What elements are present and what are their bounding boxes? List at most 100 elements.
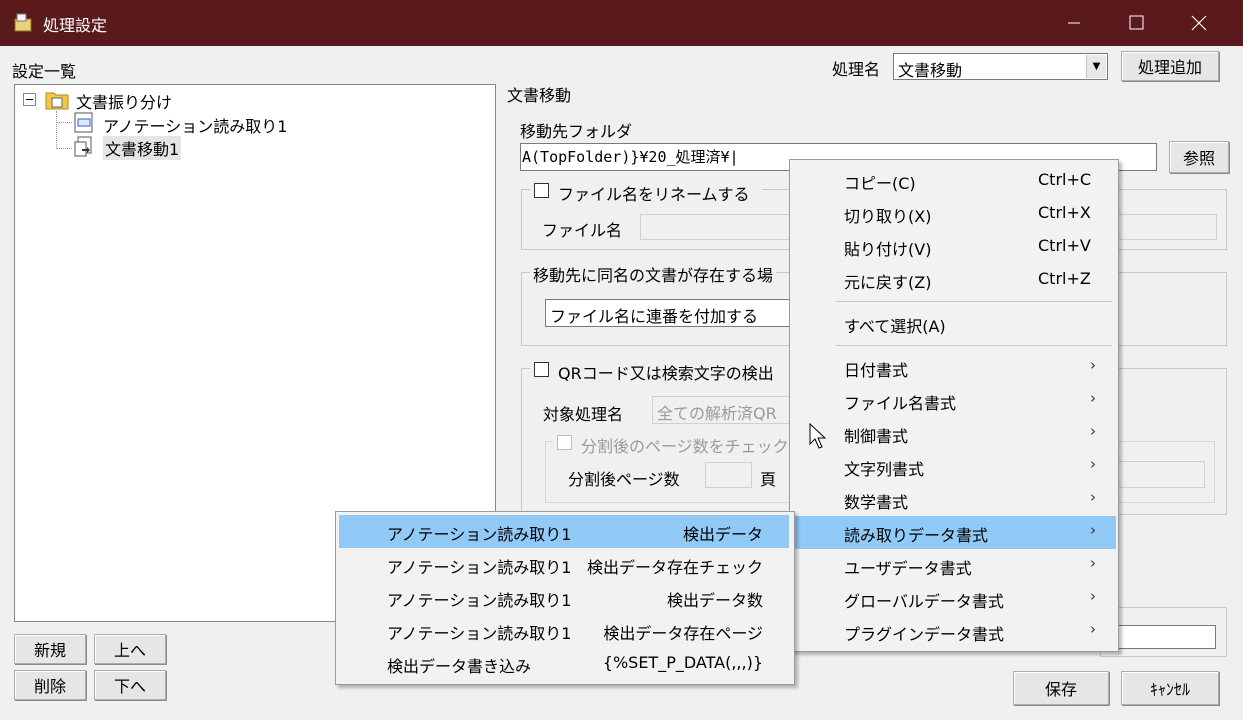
qr-checkbox[interactable]: [534, 362, 549, 377]
submenu-item[interactable]: アノテーション読み取り1 検出データ存在ページ: [339, 614, 789, 647]
menu-item-global-data-format[interactable]: グローバルデータ書式 ›: [792, 582, 1116, 615]
mouse-cursor-icon: [809, 423, 827, 449]
menu-item-label: ユーザデータ書式: [844, 559, 972, 578]
menu-separator: [836, 345, 1112, 346]
menu-item-shortcut: Ctrl+X: [1038, 203, 1091, 222]
submenu-item[interactable]: アノテーション読み取り1 検出データ: [339, 515, 789, 548]
duplicate-action-select[interactable]: ファイル名に連番を付加する: [545, 299, 795, 327]
settings-list-title: 設定一覧: [12, 62, 77, 81]
tree-collapse-icon[interactable]: [23, 93, 36, 106]
submenu-arrow-icon: ›: [1090, 554, 1096, 572]
submenu-item-source: アノテーション読み取り1: [387, 624, 572, 643]
process-name-select[interactable]: 文書移動 ▼: [893, 53, 1108, 80]
split-checkbox: [557, 435, 572, 450]
menu-item-math-format[interactable]: 数学書式 ›: [792, 483, 1116, 516]
process-name-value: 文書移動: [898, 61, 963, 80]
filename-label: ファイル名: [542, 221, 623, 240]
window-title: 処理設定: [43, 16, 108, 35]
browse-button[interactable]: 参照: [1169, 141, 1229, 173]
menu-item-undo[interactable]: 元に戻す(Z) Ctrl+Z: [792, 263, 1116, 296]
document-move-icon: [74, 136, 92, 157]
menu-item-shortcut: Ctrl+V: [1038, 236, 1091, 255]
menu-item-label: 文字列書式: [844, 460, 925, 479]
tree-item-label[interactable]: 文書移動1: [103, 136, 182, 160]
menu-item-paste[interactable]: 貼り付け(V) Ctrl+V: [792, 230, 1116, 263]
duplicate-action-value: ファイル名に連番を付加する: [550, 307, 759, 326]
menu-item-copy[interactable]: コピー(C) Ctrl+C: [792, 164, 1116, 197]
up-button[interactable]: 上へ: [94, 634, 166, 664]
submenu-arrow-icon: ›: [1090, 455, 1096, 473]
menu-item-label: 制御書式: [844, 427, 909, 446]
menu-item-label: プラグインデータ書式: [844, 625, 1005, 644]
submenu-arrow-icon: ›: [1090, 422, 1096, 440]
rename-checkbox-label: ファイル名をリネームする: [558, 185, 750, 204]
split-pages-label: 分割後ページ数: [568, 470, 680, 489]
close-icon[interactable]: [1175, 0, 1221, 46]
submenu-arrow-icon: ›: [1090, 389, 1096, 407]
dropdown-arrow-icon[interactable]: ▼: [1086, 55, 1106, 78]
submenu-item-value: 検出データ数: [666, 591, 763, 610]
menu-item-label: 貼り付け(V): [844, 240, 932, 259]
cancel-button[interactable]: ｷｬﾝｾﾙ: [1121, 671, 1219, 705]
menu-item-user-data-format[interactable]: ユーザデータ書式 ›: [792, 549, 1116, 582]
menu-item-cut[interactable]: 切り取り(X) Ctrl+X: [792, 197, 1116, 230]
submenu-item[interactable]: アノテーション読み取り1 検出データ数: [339, 581, 789, 614]
context-menu: コピー(C) Ctrl+C 切り取り(X) Ctrl+X 貼り付け(V) Ctr…: [789, 159, 1119, 652]
target-process-label: 対象処理名: [543, 405, 624, 424]
section-title: 文書移動: [507, 86, 572, 105]
rename-checkbox[interactable]: [534, 183, 549, 198]
submenu-item[interactable]: 検出データ書き込み {%SET_P_DATA(,,,)}: [339, 647, 789, 680]
submenu-arrow-icon: ›: [1090, 620, 1096, 638]
menu-item-plugin-data-format[interactable]: プラグインデータ書式 ›: [792, 615, 1116, 648]
folder-icon: [45, 92, 69, 110]
submenu-arrow-icon: ›: [1090, 488, 1096, 506]
menu-item-label: 元に戻す(Z): [844, 273, 932, 292]
submenu-arrow-icon: ›: [1090, 587, 1096, 605]
menu-item-read-data-format[interactable]: 読み取りデータ書式 ›: [792, 516, 1116, 549]
tree-item-label[interactable]: 文書振り分け: [76, 89, 172, 113]
new-button[interactable]: 新規: [14, 634, 86, 664]
menu-item-label: ファイル名書式: [844, 394, 957, 413]
annotation-icon: [74, 112, 93, 133]
process-name-label: 処理名: [832, 60, 881, 79]
submenu-item-value: 検出データ存在チェック: [586, 558, 763, 577]
page-unit-label: 頁: [760, 470, 777, 489]
menu-item-select-all[interactable]: すべて選択(A): [792, 307, 1116, 340]
add-process-button[interactable]: 処理追加: [1121, 51, 1219, 81]
split-extra-input: [1110, 461, 1205, 488]
target-process-select: 全ての解析済QR: [652, 396, 795, 424]
submenu-item[interactable]: アノテーション読み取り1 検出データ存在チェック: [339, 548, 789, 581]
menu-item-label: 日付書式: [844, 361, 909, 380]
menu-item-control-format[interactable]: 制御書式 ›: [792, 417, 1116, 450]
submenu-item-source: アノテーション読み取り1: [387, 591, 572, 610]
read-data-submenu: アノテーション読み取り1 検出データ アノテーション読み取り1 検出データ存在チ…: [335, 511, 795, 685]
down-button[interactable]: 下へ: [94, 670, 166, 700]
menu-item-label: 数学書式: [844, 493, 909, 512]
menu-item-label: 切り取り(X): [844, 207, 932, 226]
menu-item-label: 読み取りデータ書式: [844, 526, 989, 545]
target-process-value: 全ての解析済QR: [657, 404, 777, 423]
qr-checkbox-label: QRコード又は検索文字の検出: [558, 364, 774, 383]
tree-item-label[interactable]: アノテーション読み取り1: [103, 113, 287, 137]
submenu-item-value: {%SET_P_DATA(,,,)}: [602, 653, 763, 672]
minimize-icon[interactable]: [1051, 0, 1097, 46]
title-bar: 処理設定: [0, 0, 1243, 46]
menu-item-filename-format[interactable]: ファイル名書式 ›: [792, 384, 1116, 417]
submenu-item-source: 検出データ書き込み: [387, 657, 532, 676]
submenu-arrow-icon: ›: [1090, 356, 1096, 374]
menu-separator: [836, 301, 1112, 302]
menu-item-label: グローバルデータ書式: [844, 592, 1004, 611]
split-pages-input: [705, 462, 752, 488]
submenu-item-source: アノテーション読み取り1: [387, 525, 572, 544]
dest-folder-label: 移動先フォルダ: [520, 122, 633, 141]
lower-input[interactable]: [1110, 625, 1216, 649]
menu-item-date-format[interactable]: 日付書式 ›: [792, 351, 1116, 384]
menu-item-string-format[interactable]: 文字列書式 ›: [792, 450, 1116, 483]
delete-button[interactable]: 削除: [14, 670, 86, 700]
save-button[interactable]: 保存: [1013, 671, 1109, 705]
menu-item-shortcut: Ctrl+C: [1038, 170, 1092, 189]
menu-item-label: すべて選択(A): [844, 317, 946, 336]
maximize-icon[interactable]: [1113, 0, 1159, 46]
menu-item-shortcut: Ctrl+Z: [1038, 269, 1091, 288]
duplicate-group-label: 移動先に同名の文書が存在する場: [530, 262, 777, 286]
